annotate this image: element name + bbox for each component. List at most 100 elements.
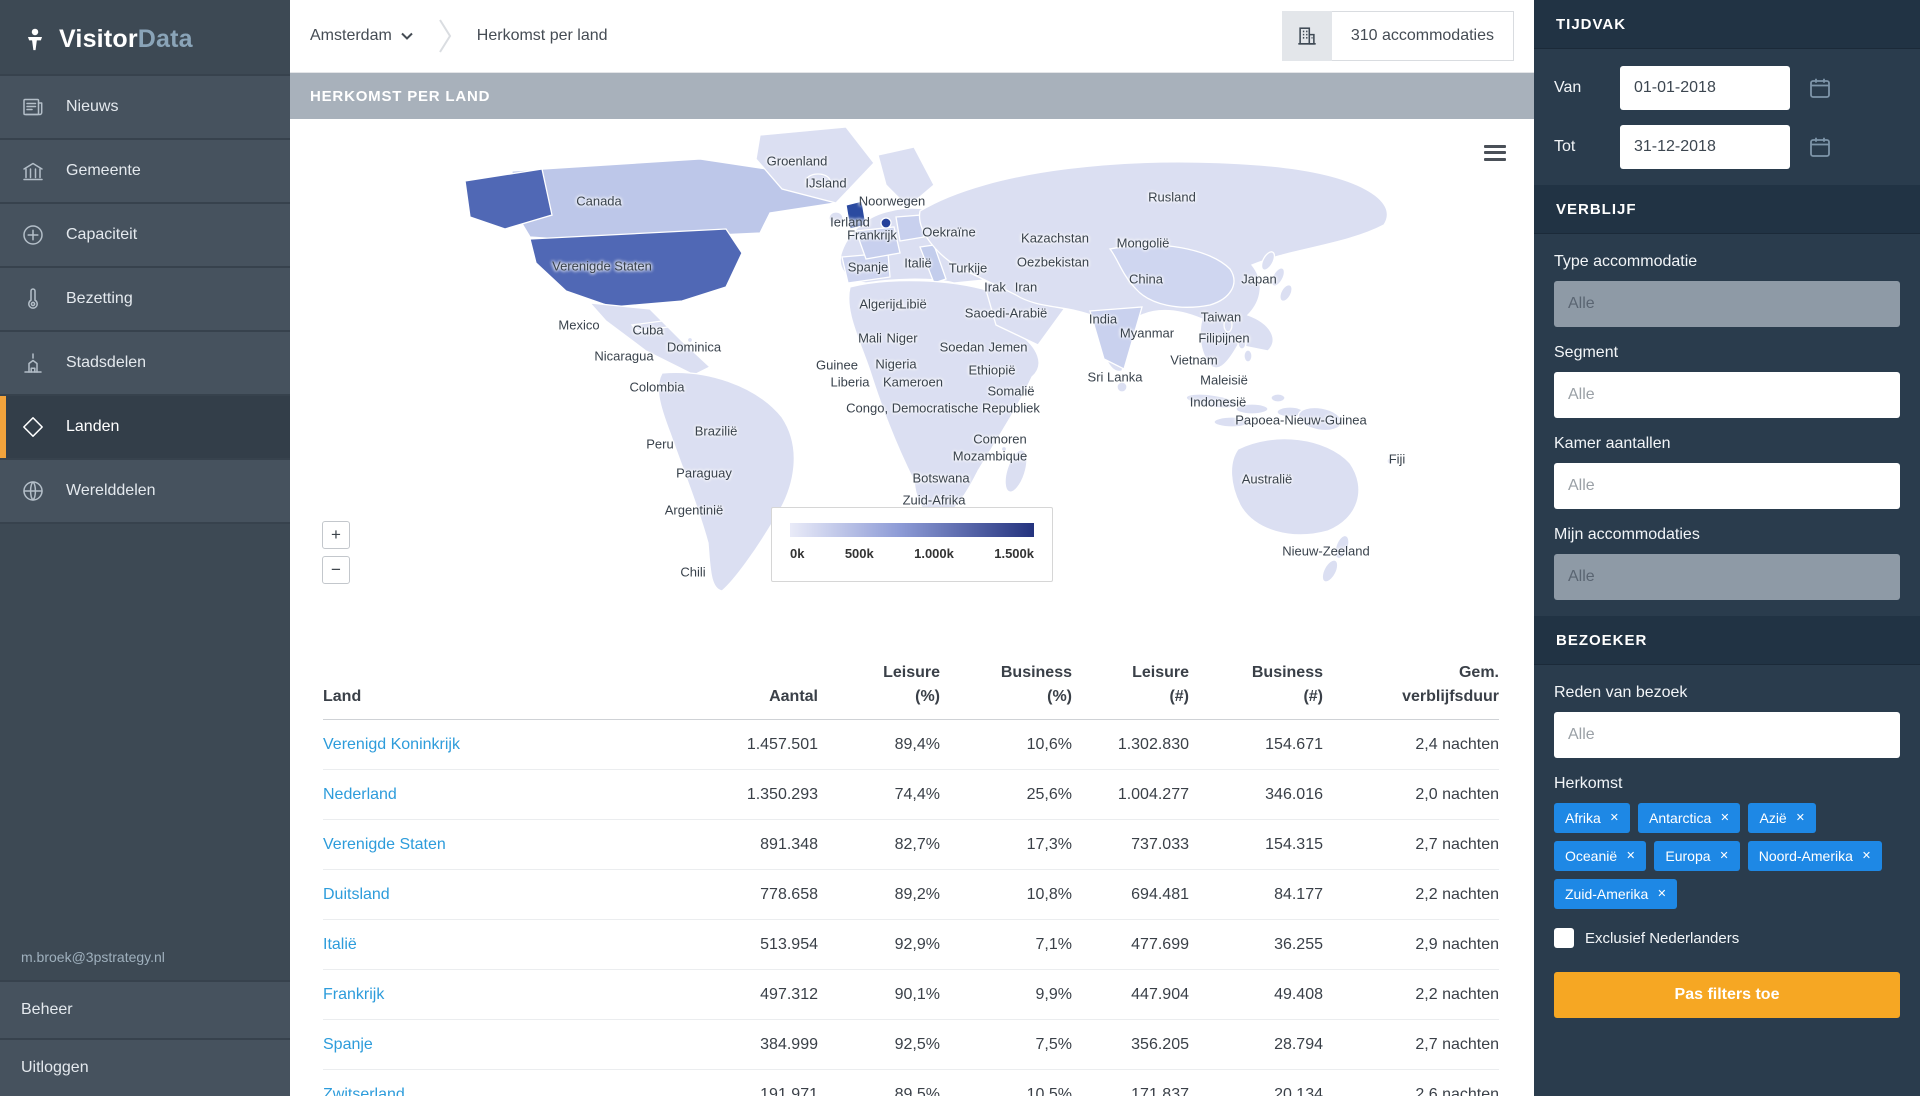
herkomst-tag[interactable]: Noord-Amerika✕ [1748,841,1882,871]
van-calendar-button[interactable] [1804,72,1836,104]
filter-group-segment: Segment Alle [1554,344,1900,418]
chart-menu-icon[interactable] [1484,141,1506,164]
country-link[interactable]: Nederland [323,786,643,804]
sidebar-item-landen[interactable]: Landen [0,396,290,460]
filter-group-mijn-accommodaties: Mijn accommodatiesAlle [1554,526,1900,600]
table-row: Verenigde Staten891.34882,7%17,3%737.033… [323,820,1499,870]
table-cell: 7,1% [940,936,1072,954]
tag-remove-icon[interactable]: ✕ [1720,851,1729,862]
tag-label: Oceanië [1565,848,1617,864]
date-row-van: Van 01-01-2018 [1554,66,1900,110]
gemeente-icon [0,159,66,183]
country-link[interactable]: Frankrijk [323,986,643,1004]
tot-calendar-button[interactable] [1804,131,1836,163]
city-label: Amsterdam [310,27,392,45]
sidebar-item-nieuws[interactable]: Nieuws [0,74,290,140]
herkomst-tag[interactable]: Afrika✕ [1554,803,1630,833]
van-date-input[interactable]: 01-01-2018 [1620,66,1790,110]
table-body: Verenigd Koninkrijk1.457.50189,4%10,6%1.… [323,720,1499,1096]
herkomst-tag[interactable]: Oceanië ✕ [1554,841,1646,871]
filter-label: Segment [1554,344,1900,362]
table-column-header: Gem. verblijfsduur [1323,661,1499,709]
filter-label: Type accommodatie [1554,253,1900,271]
sidebar-item-uitloggen[interactable]: Uitloggen [0,1038,290,1096]
tag-remove-icon[interactable]: ✕ [1862,851,1871,862]
kamer-aantallen-input[interactable]: Alle [1554,463,1900,509]
tag-label: Azië [1759,810,1786,826]
country-link[interactable]: Verenigd Koninkrijk [323,736,643,754]
table-cell: 84.177 [1189,886,1323,904]
breadcrumb-separator-icon [437,14,453,58]
table-cell: 89,2% [818,886,940,904]
tag-remove-icon[interactable]: ✕ [1626,851,1635,862]
table-cell: 191.971 [643,1086,818,1096]
table-cell: 28.794 [1189,1036,1323,1054]
map-legend: 0k500k1.000k1.500k [771,507,1053,582]
tot-date-input[interactable]: 31-12-2018 [1620,125,1790,169]
accommodations-indicator[interactable]: 310 accommodaties [1282,11,1514,61]
country-link[interactable]: Verenigde Staten [323,836,643,854]
sidebar-item-bezetting[interactable]: Bezetting [0,268,290,332]
checkbox-box[interactable] [1554,928,1574,948]
table-cell: 10,8% [940,886,1072,904]
tag-remove-icon[interactable]: ✕ [1796,813,1805,824]
reden-van-bezoek-input[interactable]: Alle [1554,712,1900,758]
breadcrumb-page-title: Herkomst per land [477,27,608,45]
herkomst-tag[interactable]: Azië ✕ [1748,803,1815,833]
sidebar-item-gemeente[interactable]: Gemeente [0,140,290,204]
table-cell: 92,9% [818,936,940,954]
tag-remove-icon[interactable]: ✕ [1720,813,1729,824]
table-cell: 1.004.277 [1072,786,1189,804]
app-title: VisitorData [59,25,193,54]
sidebar-item-werelddelen[interactable]: Werelddelen [0,460,290,524]
sidebar-item-stadsdelen[interactable]: Stadsdelen [0,332,290,396]
filter-group-kamer-aantallen: Kamer aantallenAlle [1554,435,1900,509]
table-cell: 2,9 nachten [1323,936,1499,954]
zoom-in-button[interactable]: + [322,521,350,549]
country-link[interactable]: Italië [323,936,643,954]
table-cell: 778.658 [643,886,818,904]
table-cell: 2,7 nachten [1323,1036,1499,1054]
uk-shape [846,201,866,229]
section-title-bezoeker: BEZOEKER [1534,616,1920,665]
herkomst-tag[interactable]: Antarctica✕ [1638,803,1740,833]
country-link[interactable]: Zwitserland [323,1086,643,1096]
segment-input[interactable]: Alle [1554,372,1900,418]
herkomst-tag[interactable]: Zuid-Amerika✕ [1554,879,1677,909]
app-logo[interactable]: VisitorData [0,0,290,74]
zoom-out-button[interactable]: − [322,556,350,584]
table-cell: 90,1% [818,986,940,1004]
netherlands-shape [881,218,891,228]
table-cell: 89,4% [818,736,940,754]
herkomst-tag[interactable]: Europa ✕ [1654,841,1739,871]
city-selector[interactable]: Amsterdam [310,27,413,45]
table-column-header: Leisure (%) [818,661,940,709]
table-row: Nederland1.350.29374,4%25,6%1.004.277346… [323,770,1499,820]
sidebar-item-capaciteit[interactable]: Capaciteit [0,204,290,268]
exclusief-nederlanders-checkbox[interactable]: Exclusief Nederlanders [1554,928,1900,948]
tag-remove-icon[interactable]: ✕ [1610,813,1619,824]
table-column-header: Land [323,661,643,709]
van-label: Van [1554,79,1620,97]
table-cell: 154.671 [1189,736,1323,754]
country-link[interactable]: Spanje [323,1036,643,1054]
world-map[interactable]: GroenlandIJslandNoorwegenCanadaRuslandIe… [290,119,1534,647]
table-cell: 92,5% [818,1036,940,1054]
tag-remove-icon[interactable]: ✕ [1657,889,1666,900]
visitordata-dashboard: VisitorData NieuwsGemeenteCapaciteitBeze… [0,0,1920,1096]
tag-label: Europa [1665,848,1710,864]
left-sidebar: VisitorData NieuwsGemeenteCapaciteitBeze… [0,0,290,1096]
table-cell: 10,6% [940,736,1072,754]
country-link[interactable]: Duitsland [323,886,643,904]
table-cell: 82,7% [818,836,940,854]
legend-labels: 0k500k1.000k1.500k [790,546,1034,561]
table-cell: 2,6 nachten [1323,1086,1499,1096]
person-logo-icon [22,27,48,53]
table-cell: 2,0 nachten [1323,786,1499,804]
table-cell: 49.408 [1189,986,1323,1004]
table-cell: 2,2 nachten [1323,986,1499,1004]
tijdvak-section: Van 01-01-2018 Tot 31-12-2018 [1534,49,1920,185]
apply-filters-button[interactable]: Pas filters toe [1554,972,1900,1018]
table-cell: 20.134 [1189,1086,1323,1096]
sidebar-item-beheer[interactable]: Beheer [0,980,290,1038]
